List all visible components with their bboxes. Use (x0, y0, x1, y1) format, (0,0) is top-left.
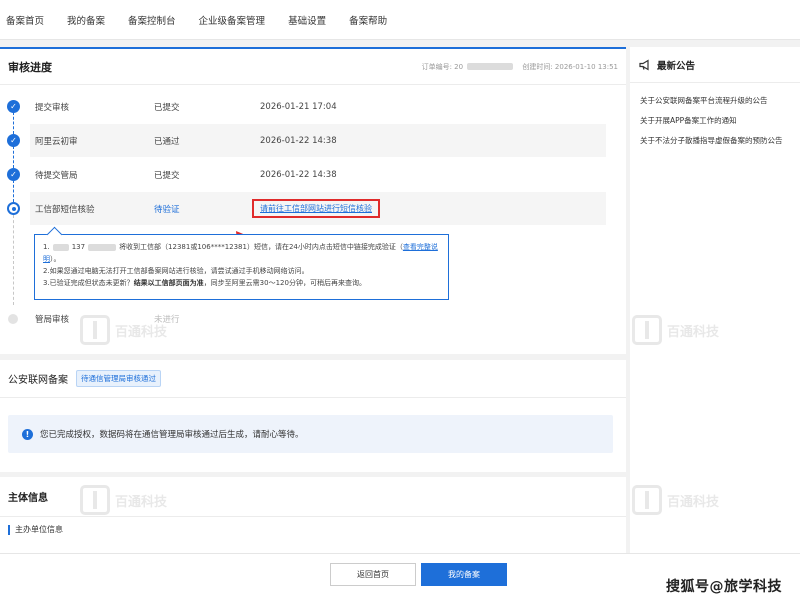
step-connector (13, 215, 14, 305)
check-icon: ✓ (7, 100, 20, 113)
sms-verify-notice: 1. 137 将收到工信部（12381或106****12381）短信，请在24小时… (34, 234, 449, 300)
police-header: 公安联网备案 待通信管理局审核通过 (0, 360, 626, 398)
notice-line-1: 1. 137 将收到工信部（12381或106****12381）短信，请在24小时… (43, 243, 438, 263)
step-row: 阿里云初审 已通过 2026-01-22 14:38 (30, 124, 606, 157)
step-time: 2026-01-21 17:04 (260, 101, 337, 112)
step-row: 管局审核 未进行 (30, 302, 606, 335)
phone-redacted (88, 243, 117, 251)
order-meta: 订单编号: 20 创建时间: 2026-01-10 13:51 (418, 62, 618, 72)
step-time: 2026-01-22 14:38 (260, 169, 337, 180)
nav-item-enterprise[interactable]: 企业级备案管理 (199, 13, 266, 27)
sidebar-title: 最新公告 (657, 60, 696, 72)
main-content: 审核进度 订单编号: 20 创建时间: 2026-01-10 13:51 ✓ 提… (0, 47, 626, 553)
step-status: 已提交 (154, 170, 180, 181)
check-icon: ✓ (7, 168, 20, 181)
subject-info-card: 主体信息 主办单位信息 (0, 477, 626, 553)
watermark-logo: 百通科技 (632, 482, 732, 518)
review-progress-card: 审核进度 订单编号: 20 创建时间: 2026-01-10 13:51 ✓ 提… (0, 47, 626, 354)
order-number: 订单编号: 20 (421, 62, 464, 71)
megaphone-icon (639, 58, 649, 71)
step-connector (13, 180, 14, 202)
nav-item-console[interactable]: 备案控制台 (128, 13, 176, 27)
step-time: 2026-01-22 14:38 (260, 135, 337, 146)
info-banner: ! 您已完成授权，数据码将在通信管理局审核通过后生成，请耐心等待。 (8, 415, 613, 453)
step-connector (13, 146, 14, 168)
police-title: 公安联网备案 (8, 375, 68, 386)
check-icon: ✓ (7, 134, 20, 147)
my-filings-button[interactable]: 我的备案 (421, 563, 507, 586)
nav-item-help[interactable]: 备案帮助 (349, 13, 387, 27)
step-name: 提交审核 (35, 102, 70, 113)
progress-header: 审核进度 订单编号: 20 创建时间: 2026-01-10 13:51 (0, 49, 626, 85)
subject-title: 主体信息 (8, 493, 48, 504)
sidebar-header: 最新公告 (630, 47, 800, 83)
step-row: 提交审核 已提交 2026-01-21 17:04 (30, 90, 606, 123)
top-nav: 备案首页 我的备案 备案控制台 企业级备案管理 基础设置 备案帮助 (0, 0, 800, 40)
step-row: 工信部短信核验 待验证 请前往工信部网站进行短信核验 (30, 192, 606, 225)
notice-line-3: 3.已验证完成但状态未更新？结果以工信部页面为准，同步至阿里云需30～120分钟… (43, 279, 366, 287)
step-row: 待提交管局 已提交 2026-01-22 14:38 (30, 158, 606, 191)
nav-item-home[interactable]: 备案首页 (6, 13, 44, 27)
step-status: 未进行 (154, 314, 180, 325)
announcement-link[interactable]: 关于开展APP备案工作的通知 (630, 111, 800, 131)
pending-step-icon (8, 314, 18, 324)
status-badge: 待通信管理局审核通过 (76, 370, 161, 387)
phone-redacted (52, 243, 69, 251)
step-status: 已通过 (154, 136, 180, 147)
nav-item-settings[interactable]: 基础设置 (288, 13, 326, 27)
sms-verify-link[interactable]: 请前往工信部网站进行短信核验 (252, 199, 380, 218)
step-status: 已提交 (154, 102, 180, 113)
announcement-link[interactable]: 关于公安联网备案平台流程升级的公告 (630, 91, 800, 111)
footer-bar: 返回首页 我的备案 搜狐号@旅学科技 (0, 553, 800, 600)
watermark-text: 搜狐号@旅学科技 (666, 579, 782, 595)
host-unit-section-title: 主办单位信息 (8, 525, 63, 535)
announcements-sidebar: 最新公告 关于公安联网备案平台流程升级的公告 关于开展APP备案工作的通知 关于… (630, 47, 800, 553)
info-text: 您已完成授权，数据码将在通信管理局审核通过后生成，请耐心等待。 (40, 430, 304, 440)
step-name: 管局审核 (35, 314, 70, 325)
step-name: 阿里云初审 (35, 136, 78, 147)
progress-title: 审核进度 (8, 60, 52, 74)
step-connector (13, 112, 14, 134)
notice-line-2: 2.如果您通过电脑无法打开工信部备案网站进行核验，请尝试通过手机移动网络访问。 (43, 267, 309, 275)
nav-item-my-filings[interactable]: 我的备案 (67, 13, 105, 27)
info-icon: ! (22, 428, 33, 440)
current-step-icon (7, 202, 20, 215)
back-home-button[interactable]: 返回首页 (330, 563, 416, 586)
subject-header: 主体信息 (0, 477, 626, 517)
created-time: 创建时间: 2026-01-10 13:51 (522, 62, 618, 71)
announcement-list: 关于公安联网备案平台流程升级的公告 关于开展APP备案工作的通知 关于不法分子散… (630, 83, 800, 151)
watermark-logo: 百通科技 (632, 312, 732, 348)
step-status: 待验证 (154, 204, 180, 215)
step-name: 工信部短信核验 (35, 204, 95, 215)
step-name: 待提交管局 (35, 170, 78, 181)
police-filing-card: 公安联网备案 待通信管理局审核通过 ! 您已完成授权，数据码将在通信管理局审核通… (0, 360, 626, 472)
order-number-redacted (467, 63, 514, 70)
announcement-link[interactable]: 关于不法分子散播指导虚假备案的预防公告 (630, 131, 800, 151)
